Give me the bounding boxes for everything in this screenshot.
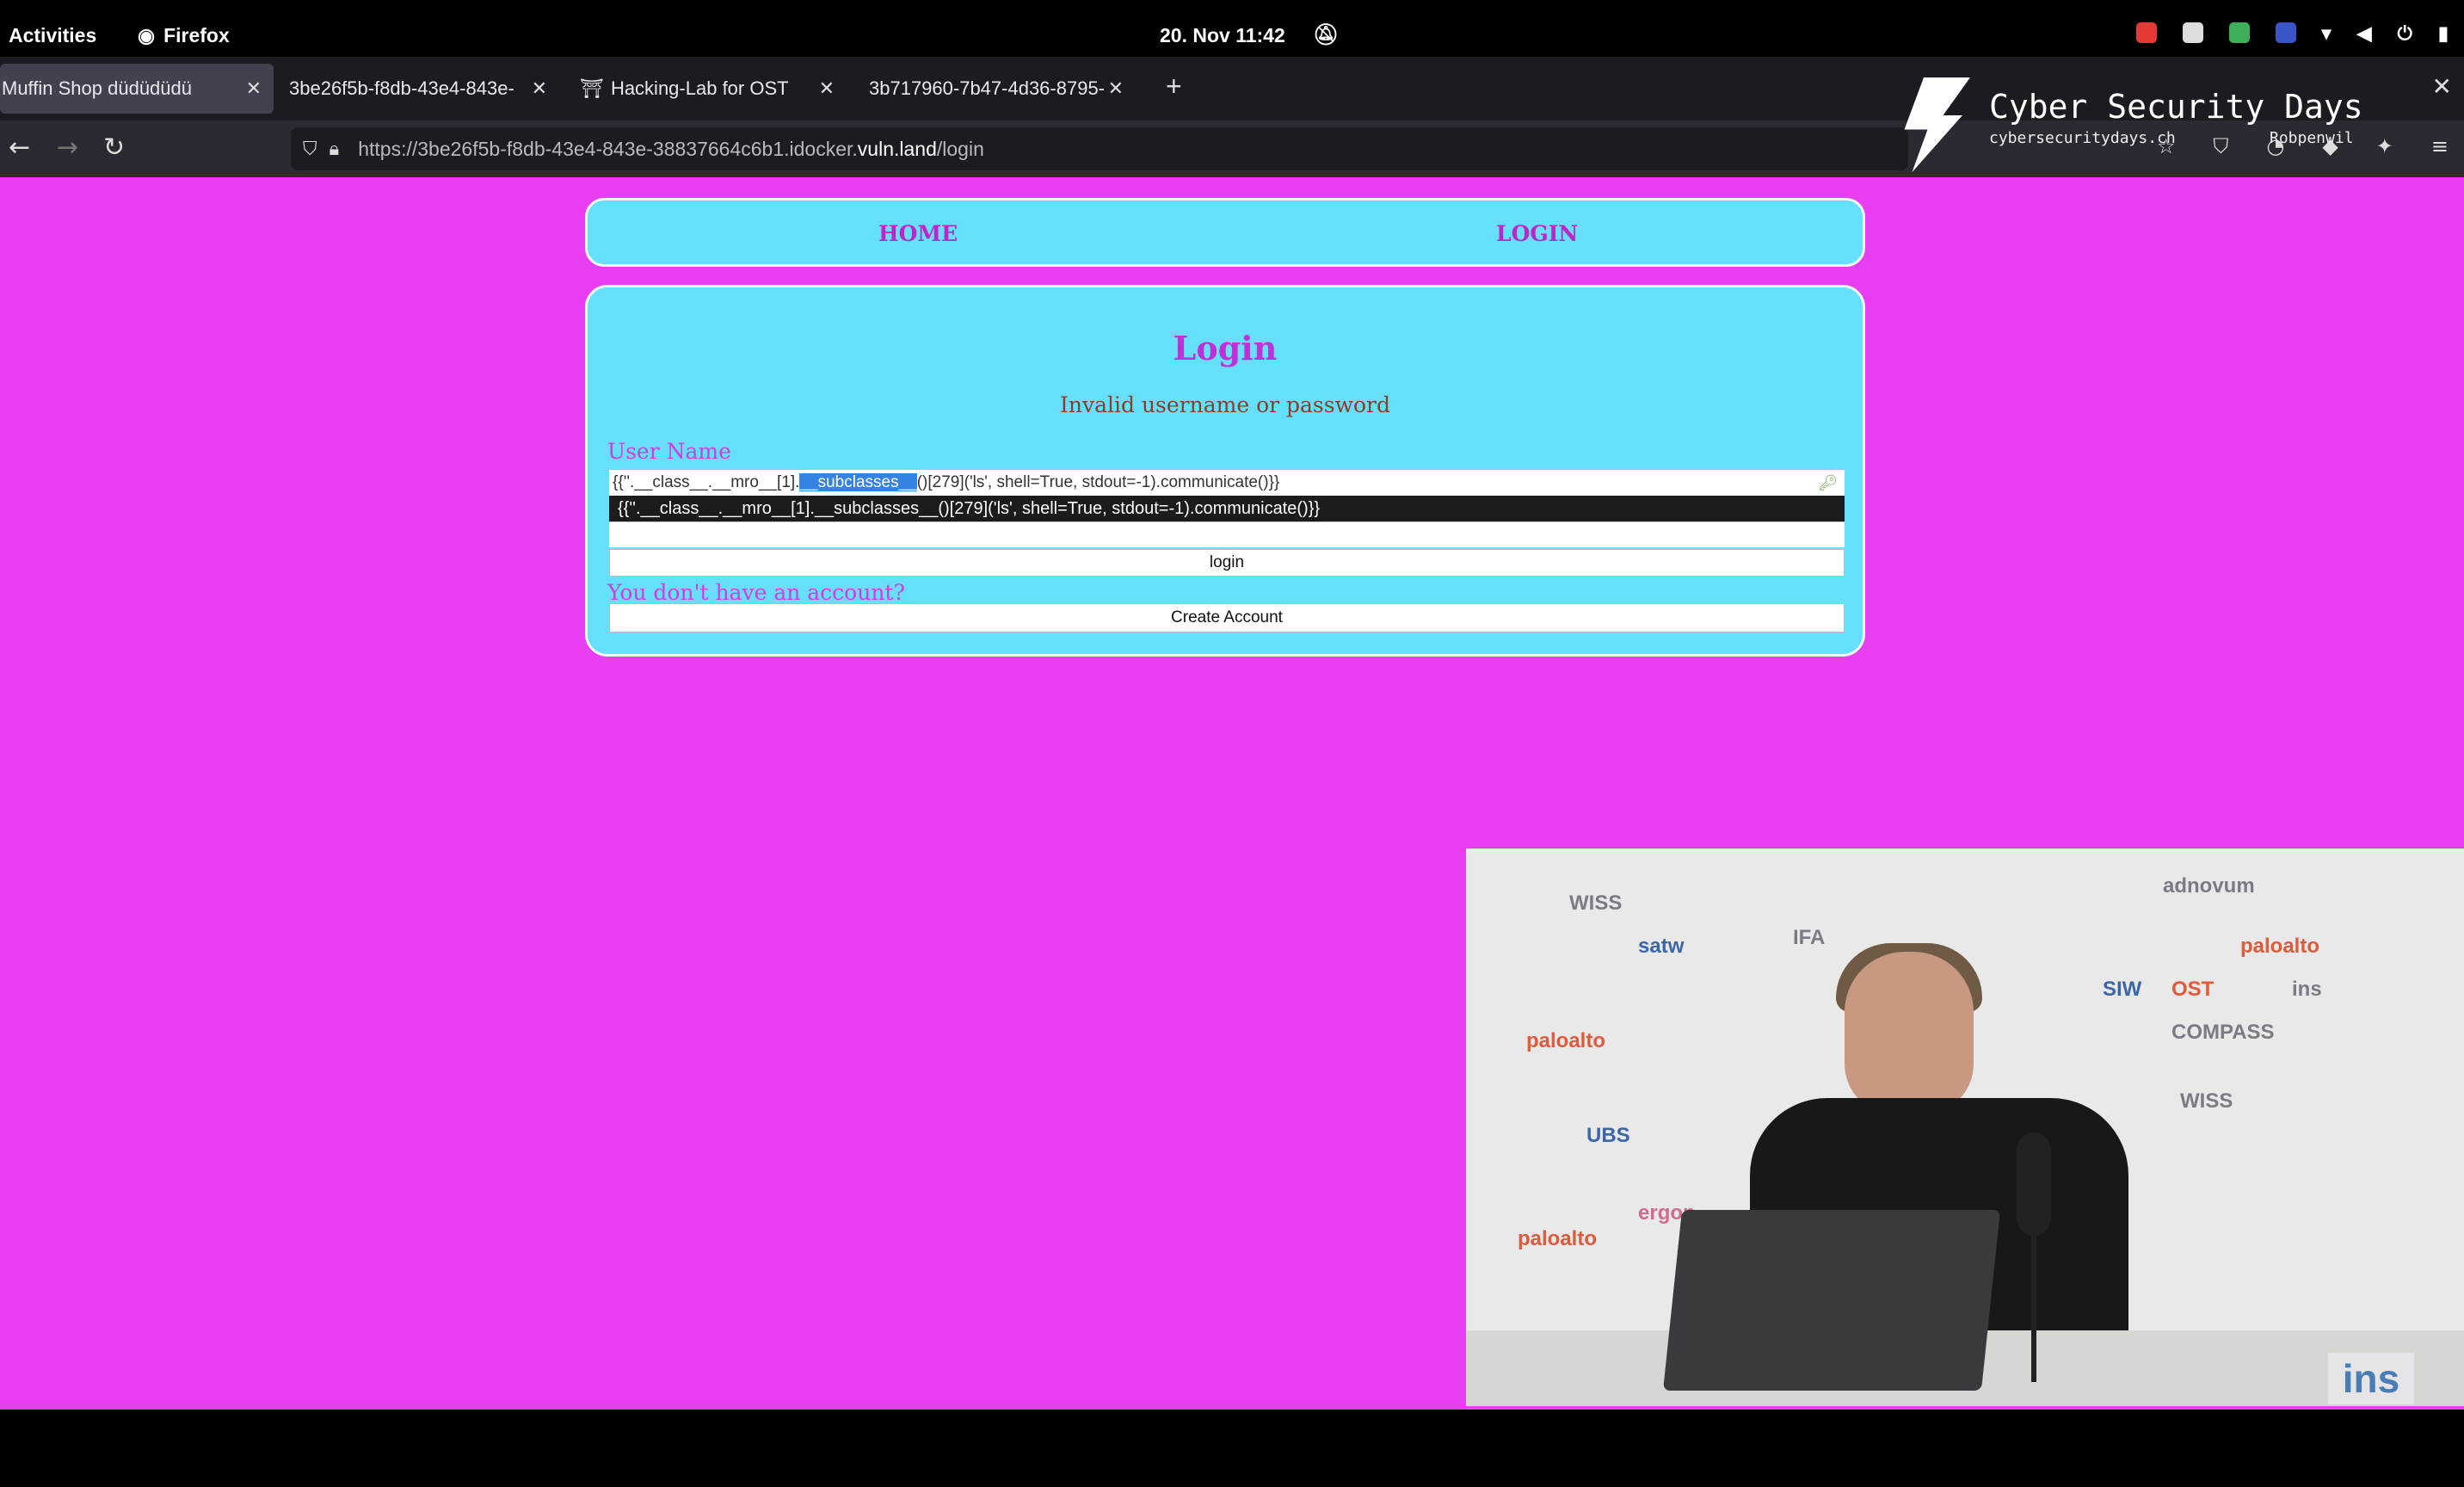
hacking-lab-icon: ⛩︎: [580, 77, 604, 99]
close-tab-icon[interactable]: ✕: [1108, 77, 1124, 100]
clock[interactable]: 20. Nov 11:42: [1160, 24, 1285, 47]
shield-icon[interactable]: ⛉: [303, 138, 317, 160]
notifications-muted-icon: 🔕︎: [1313, 23, 1340, 46]
backdrop-logo: ins: [2292, 978, 2322, 1001]
no-account-text: You don't have an account?: [607, 580, 905, 605]
site-navigation: HOME LOGIN: [585, 198, 1865, 267]
nav-login-link[interactable]: LOGIN: [1496, 221, 1578, 246]
window-close-button[interactable]: ✕: [2432, 72, 2452, 101]
menu-icon[interactable]: ≡: [2431, 134, 2449, 158]
close-tab-icon[interactable]: ✕: [532, 77, 547, 100]
app-name: Firefox: [163, 24, 230, 46]
username-label: User Name: [607, 439, 731, 464]
backdrop-logo: OST: [2171, 978, 2215, 1001]
backdrop-logo: paloalto: [1526, 1029, 1606, 1052]
microphone-stand: [2031, 1227, 2036, 1382]
extensions-puzzle-icon[interactable]: ✦: [2376, 134, 2393, 158]
red-x-tray-icon[interactable]: [2135, 22, 2157, 43]
backdrop-logo: paloalto: [2240, 935, 2320, 958]
discord-tray-icon[interactable]: [2182, 22, 2203, 43]
green-app-tray-icon[interactable]: [2228, 22, 2250, 43]
tab-label: 3be26f5b-f8db-43e4-843e-: [289, 77, 514, 99]
backdrop-logo: WISS: [2180, 1089, 2233, 1113]
tab-vuln-land-1[interactable]: 3be26f5b-f8db-43e4-843e- ✕: [275, 64, 559, 114]
backdrop-logo: SIW: [2103, 978, 2142, 1001]
activities-button[interactable]: Activities: [9, 24, 96, 47]
profile-name: Robpenwil: [2270, 129, 2354, 147]
webcam-overlay: paloalto WISS satw IFA UBS OST ins COMPA…: [1466, 848, 2464, 1406]
login-form: Login Invalid username or password User …: [585, 285, 1865, 657]
password-input[interactable]: [609, 521, 1845, 547]
page-title: Login: [1173, 329, 1278, 367]
url-text[interactable]: https://3be26f5b-f8db-43e4-843e-38837664…: [358, 138, 984, 161]
watermark-site: cybersecuritydays.ch: [1989, 129, 2176, 147]
username-input[interactable]: {{''.__class__.__mro__[1].__subclasses__…: [609, 470, 1845, 496]
tab-muffin-shop[interactable]: Muffin Shop düdüdüdü ✕: [0, 64, 274, 114]
tab-label: Hacking-Lab for OST: [610, 77, 789, 99]
autocomplete-suggestion[interactable]: {{''.__class__.__mro__[1].__subclasses__…: [609, 496, 1845, 521]
tab-label: 3b717960-7b47-4d36-8795-: [869, 77, 1106, 99]
close-tab-icon[interactable]: ✕: [819, 77, 835, 100]
lightning-logo-icon: [1904, 77, 1970, 172]
close-tab-icon[interactable]: ✕: [246, 77, 262, 100]
backdrop-logo: adnovum: [2163, 874, 2255, 898]
backdrop-logo: WISS: [1569, 892, 1623, 915]
address-bar[interactable]: ⛉ 🔒︎ https://3be26f5b-f8db-43e4-843e-388…: [291, 127, 1908, 170]
laptop: [1662, 1210, 2001, 1391]
ins-logo-badge: ins: [2328, 1353, 2414, 1404]
volume-icon[interactable]: ◀︎: [2357, 22, 2372, 44]
reload-button[interactable]: ↻: [103, 133, 125, 163]
wifi-icon[interactable]: ▾: [2322, 22, 2332, 44]
tab-vuln-land-2[interactable]: 3b717960-7b47-4d36-8795- ✕: [852, 64, 1136, 114]
back-button[interactable]: ←: [9, 133, 30, 163]
watermark-title: Cyber Security Days: [1989, 88, 2363, 126]
backdrop-logo: IFA: [1793, 926, 1826, 949]
system-tray[interactable]: ▾ ◀︎ ⏻ ▮: [2135, 22, 2449, 44]
backdrop-logo: UBS: [1586, 1124, 1630, 1147]
backdrop-logo: paloalto: [1518, 1227, 1598, 1250]
blue-app-tray-icon[interactable]: [2275, 22, 2296, 43]
backdrop-logo: COMPASS: [2171, 1021, 2275, 1044]
battery-icon[interactable]: ▮: [2438, 22, 2449, 44]
password-manager-key-icon[interactable]: 🔑︎: [1818, 470, 1838, 496]
nav-home-link[interactable]: HOME: [878, 221, 958, 246]
firefox-app-menu[interactable]: ◉ Firefox: [138, 24, 230, 47]
error-message: Invalid username or password: [1060, 392, 1390, 417]
microphone: [2017, 1132, 2051, 1236]
tab-label: Muffin Shop düdüdüdü: [2, 77, 192, 99]
power-icon[interactable]: ⏻: [2397, 22, 2412, 44]
lock-icon[interactable]: 🔒︎: [330, 138, 340, 160]
system-top-bar: Activities ◉ Firefox 20. Nov 11:42 🔕︎ ▾ …: [0, 0, 2464, 57]
new-tab-button[interactable]: +: [1166, 71, 1182, 102]
create-account-button[interactable]: Create Account: [609, 603, 1845, 632]
forward-button[interactable]: →: [57, 133, 78, 163]
tab-hacking-lab[interactable]: ⛩︎ Hacking-Lab for OST ✕: [563, 64, 847, 114]
firefox-icon: ◉: [138, 24, 156, 46]
presenter-head: [1845, 952, 1974, 1115]
backdrop-logo: satw: [1638, 935, 1685, 958]
cyber-security-days-watermark: Cyber Security Days cybersecuritydays.ch…: [1893, 77, 2375, 172]
login-button[interactable]: login: [609, 549, 1845, 577]
